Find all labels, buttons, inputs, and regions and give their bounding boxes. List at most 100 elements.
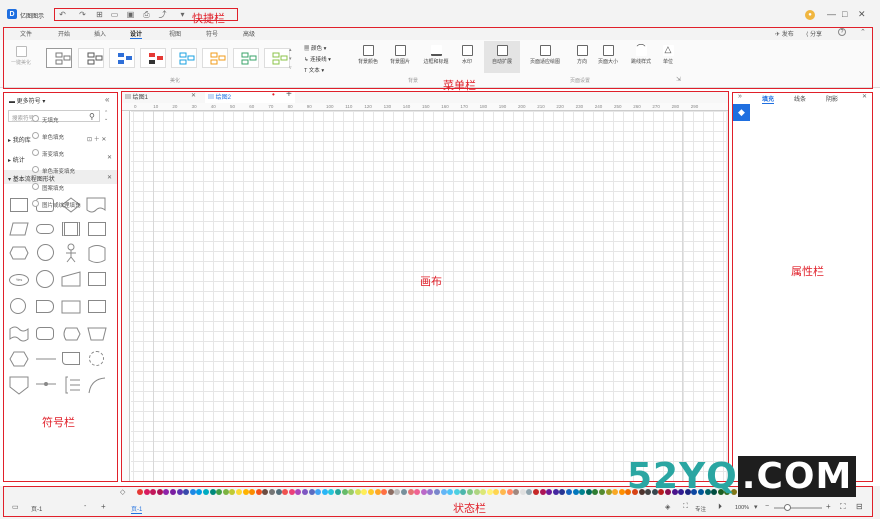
card-shape[interactable] [88, 272, 106, 286]
hexagon-shape[interactable] [8, 349, 30, 369]
dashed-circle-shape[interactable] [89, 351, 104, 366]
close-doc-tab-1-icon[interactable]: ✕ [191, 92, 196, 99]
palette-swatch[interactable] [242, 489, 249, 495]
annotation-shape[interactable] [60, 374, 84, 396]
palette-swatch[interactable] [519, 489, 526, 495]
fill-none-icon[interactable]: ◇ [120, 488, 125, 496]
tape-shape[interactable] [8, 324, 30, 344]
tab-line[interactable]: 线条 [794, 94, 806, 103]
palette-swatch[interactable] [308, 489, 315, 495]
radio-pattern-fill[interactable] [32, 183, 39, 190]
tab-home[interactable]: 开始 [58, 29, 70, 38]
palette-swatch[interactable] [533, 489, 539, 495]
radio-texture-fill[interactable] [32, 200, 39, 207]
tab-shadow[interactable]: 阴影 [826, 94, 838, 103]
doc-tab-2[interactable]: ▤ 绘图2 [208, 92, 231, 101]
layers-icon[interactable]: ◈ [665, 503, 670, 511]
palette-swatch[interactable] [275, 489, 282, 495]
radio-mono-gradient-fill[interactable] [32, 166, 39, 173]
manual-input-shape[interactable] [60, 269, 82, 289]
palette-swatch[interactable] [209, 489, 216, 495]
trapezoid-shape[interactable] [86, 324, 108, 344]
redo-icon[interactable]: ↷ [78, 10, 87, 19]
palette-swatch[interactable] [599, 489, 605, 495]
fit-window-icon[interactable]: ⛶ [840, 502, 846, 512]
help-icon[interactable]: ? [838, 28, 846, 36]
page-prev-icon[interactable]: - [84, 503, 86, 510]
predefined-process-shape[interactable] [62, 222, 80, 236]
more-symbols-button[interactable]: ▬ 更多符号 ▾ [9, 96, 45, 105]
canvas-scrollbar[interactable] [726, 111, 729, 482]
connector-button[interactable]: ↳ 连接线 ▾ [304, 55, 331, 63]
add-tab-icon[interactable]: + [286, 89, 292, 100]
page-size-button[interactable]: 页面大小 [594, 45, 622, 65]
palette-swatch[interactable] [368, 489, 374, 495]
palette-swatch[interactable] [420, 489, 427, 495]
search-icon[interactable]: ⚲ [89, 112, 95, 121]
palette-swatch[interactable] [539, 489, 546, 495]
line-shape[interactable] [34, 349, 58, 369]
document-shape[interactable] [85, 196, 107, 214]
search-spinner-icon[interactable]: ⌃ ⌄ [104, 110, 108, 122]
focus-icon[interactable]: ⛶ [683, 503, 688, 511]
publish-button[interactable]: ✈ 发布 [775, 29, 794, 38]
preparation-shape[interactable] [8, 244, 30, 262]
export-icon[interactable]: ⤴ [158, 10, 167, 19]
zoom-slider-thumb[interactable] [784, 504, 791, 511]
undo-icon[interactable]: ↶ [58, 10, 67, 19]
color-button[interactable]: ▦ 颜色 ▾ [304, 44, 326, 52]
page-area[interactable] [153, 111, 683, 482]
palette-swatch[interactable] [321, 489, 328, 495]
basic-shapes-row[interactable]: ▾ 基本流程图形状 [8, 174, 55, 183]
arc-shape[interactable] [86, 374, 108, 396]
palette-swatch[interactable] [500, 489, 506, 495]
delay-shape-2[interactable] [36, 300, 54, 313]
palette-swatch[interactable] [170, 489, 176, 495]
palette-swatch[interactable] [572, 489, 579, 495]
page-selector[interactable]: 页-1 [31, 504, 42, 513]
collapse-ribbon-icon[interactable]: ⌃ [860, 28, 866, 36]
customize-dropdown-icon[interactable]: ▾ [178, 10, 187, 19]
tab-insert[interactable]: 插入 [94, 29, 106, 38]
text-button[interactable]: T 文本 ▾ [304, 66, 324, 74]
process-shape[interactable] [10, 198, 28, 212]
palette-swatch[interactable] [486, 489, 493, 495]
loop-limit-shape[interactable] [62, 352, 80, 365]
minimize-button[interactable]: — [827, 9, 836, 19]
page-view-icon[interactable]: ▭ [12, 503, 19, 511]
tab-design[interactable]: 设计 [130, 29, 143, 39]
radio-solid-fill[interactable] [32, 132, 39, 139]
display-shape-2[interactable] [60, 324, 82, 344]
palette-swatch[interactable] [137, 489, 143, 495]
play-icon[interactable]: ⏵ [718, 502, 722, 512]
new-file-icon[interactable]: ⊞ [95, 10, 104, 19]
focus-label[interactable]: 专注 [695, 505, 706, 513]
tab-file[interactable]: 文件 [20, 29, 32, 38]
arrow-line-shape[interactable] [34, 374, 58, 394]
palette-swatch[interactable] [506, 489, 513, 495]
share-button[interactable]: ⟨ 分享 [806, 29, 822, 38]
palette-swatch[interactable] [143, 489, 150, 495]
terminator-shape[interactable] [36, 224, 54, 234]
close-basic-shapes-icon[interactable]: ✕ [107, 174, 112, 181]
database-shape[interactable] [86, 242, 108, 264]
palette-swatch[interactable] [467, 489, 473, 495]
connector-shape[interactable] [37, 244, 54, 261]
palette-swatch[interactable] [203, 489, 209, 495]
library-actions-icon[interactable]: ⊡ ＋ ✕ [87, 134, 106, 143]
palette-swatch[interactable] [552, 489, 559, 495]
palette-swatch[interactable] [401, 489, 407, 495]
palette-swatch[interactable] [434, 489, 440, 495]
palette-swatch[interactable] [269, 489, 275, 495]
one-click-beautify-button[interactable]: 一键美化 [6, 46, 36, 66]
zoom-in-icon[interactable]: + [826, 502, 831, 511]
zoom-dropdown-icon[interactable]: ▾ [754, 503, 758, 511]
manual-operation-shape[interactable] [60, 297, 82, 317]
palette-swatch[interactable] [618, 489, 625, 495]
add-page-icon[interactable]: + [101, 502, 106, 511]
palette-swatch[interactable] [585, 489, 592, 495]
tab-view[interactable]: 视图 [169, 29, 181, 38]
palette-swatch[interactable] [302, 489, 308, 495]
style-scroll-icon[interactable]: ▴ ▾ ▿ [289, 46, 292, 73]
internal-storage-shape[interactable] [88, 222, 106, 236]
